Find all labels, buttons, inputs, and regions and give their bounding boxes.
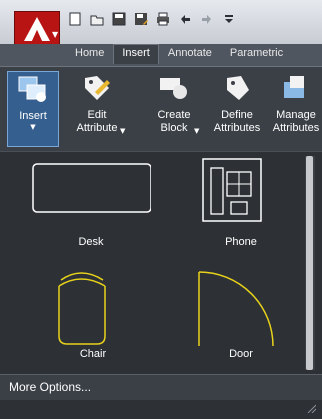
block-phone[interactable]: Phone (161, 156, 301, 262)
manage-attributes-label: Manage Attributes (272, 109, 320, 134)
customize-icon[interactable] (220, 10, 238, 28)
saveas-icon[interactable] (132, 10, 150, 28)
phone-label: Phone (225, 236, 257, 248)
ribbon-panel: Insert ▼ Edit Attribute ▼ Create Block ▼… (0, 66, 322, 152)
resize-grip-icon[interactable] (306, 403, 316, 413)
ribbon-tabs: Home Insert Annotate Parametric (66, 44, 292, 64)
more-options-link[interactable]: More Options... (0, 374, 322, 400)
insert-caret-icon: ▼ (30, 123, 36, 131)
insert-block-button[interactable]: Insert ▼ (7, 71, 59, 147)
chair-label: Chair (79, 348, 107, 360)
define-attributes-label: Define Attributes (213, 109, 261, 134)
edit-attribute-icon (80, 71, 114, 105)
block-desk[interactable]: Desk (11, 156, 151, 262)
block-gallery-dropdown: Desk Phone Chair Door More Options... (0, 151, 322, 419)
desk-block-icon (32, 163, 151, 213)
create-block-icon (157, 71, 191, 105)
insert-label: Insert (19, 110, 47, 122)
chair-block-icon (58, 272, 106, 345)
define-attributes-icon (220, 71, 254, 105)
create-block-label: Create Block (157, 109, 191, 134)
block-door[interactable]: Door (161, 268, 301, 374)
block-chair[interactable]: Chair (11, 268, 151, 374)
edit-attribute-caret-icon: ▼ (120, 127, 126, 135)
define-attributes-button[interactable]: Define Attributes (204, 71, 270, 147)
manage-attributes-icon (279, 71, 313, 105)
desk-label: Desk (78, 236, 104, 248)
create-block-button[interactable]: Create Block (148, 71, 200, 147)
edit-attribute-label: Edit Attribute (76, 109, 118, 134)
tab-annotate[interactable]: Annotate (159, 44, 221, 64)
edit-attribute-button[interactable]: Edit Attribute (66, 71, 128, 147)
quick-access-toolbar (66, 8, 238, 30)
tab-parametric[interactable]: Parametric (221, 44, 292, 64)
open-icon[interactable] (88, 10, 106, 28)
save-icon[interactable] (110, 10, 128, 28)
app-menu-caret-icon: ▼ (52, 30, 59, 39)
print-icon[interactable] (154, 10, 172, 28)
create-block-caret-icon: ▼ (194, 127, 200, 135)
phone-block-icon (202, 158, 262, 222)
manage-attributes-button[interactable]: Manage Attributes (270, 71, 322, 147)
gallery-scrollbar[interactable] (305, 156, 315, 370)
new-icon[interactable] (66, 10, 84, 28)
door-block-icon (198, 271, 274, 347)
block-gallery: Desk Phone Chair Door (11, 156, 307, 376)
app-window: ▼ Home Insert Annotate Parametric Insert… (0, 0, 322, 419)
tab-insert[interactable]: Insert (113, 44, 159, 64)
application-menu-button[interactable] (14, 11, 60, 47)
door-label: Door (229, 348, 253, 360)
redo-icon[interactable] (198, 10, 216, 28)
tab-home[interactable]: Home (66, 44, 113, 64)
undo-icon[interactable] (176, 10, 194, 28)
scrollbar-thumb[interactable] (306, 156, 313, 370)
autocad-logo-icon (24, 17, 50, 41)
insert-block-icon (16, 72, 50, 106)
